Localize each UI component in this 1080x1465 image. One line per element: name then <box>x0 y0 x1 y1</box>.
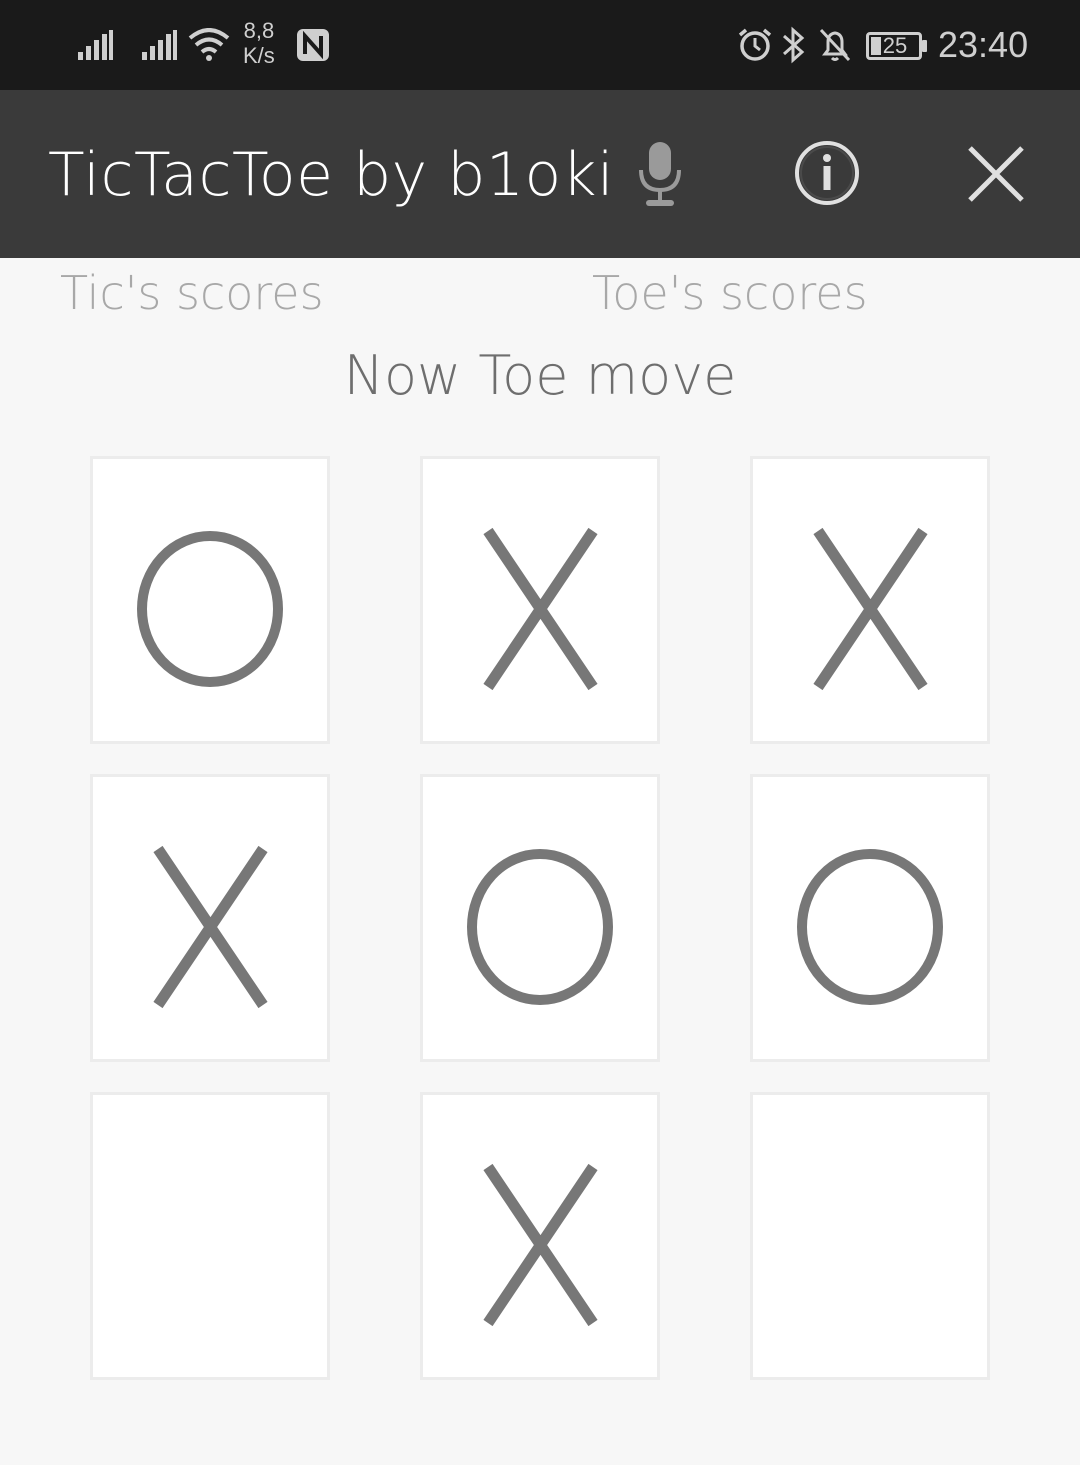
o-mark <box>467 849 613 1005</box>
board-cell[interactable] <box>750 456 990 744</box>
x-mark <box>813 527 928 691</box>
clock: 23:40 <box>938 24 1029 65</box>
board-cell[interactable] <box>90 774 330 1062</box>
x-mark <box>483 1163 598 1327</box>
network-speed-unit: K/s <box>243 43 275 68</box>
signal-icon <box>78 30 113 60</box>
voice-button[interactable] <box>636 140 684 208</box>
app-bar: TicTacToe by b1oki <box>0 90 1080 258</box>
board-cell[interactable] <box>750 774 990 1062</box>
app-title: TicTacToe by b1oki <box>48 140 615 210</box>
mic-icon <box>639 142 681 206</box>
board-cell[interactable] <box>420 1092 660 1380</box>
x-mark <box>483 527 598 691</box>
board-cell[interactable] <box>750 1092 990 1380</box>
close-button[interactable] <box>966 144 1026 204</box>
battery-icon: 25 <box>866 32 928 60</box>
nfc-icon <box>297 29 329 61</box>
board-cell[interactable] <box>90 1092 330 1380</box>
tic-scores-label: Tic's scores <box>60 266 324 320</box>
toe-scores-label: Toe's scores <box>592 266 868 320</box>
board-cell[interactable] <box>90 456 330 744</box>
network-speed-value: 8,8 <box>243 18 275 43</box>
o-mark <box>797 849 943 1005</box>
battery-level: 25 <box>882 33 908 58</box>
wifi-icon <box>188 28 230 61</box>
info-icon <box>795 141 859 205</box>
network-speed: 8,8 K/s <box>243 18 275 68</box>
alarm-icon <box>738 28 772 61</box>
info-button[interactable] <box>794 140 860 206</box>
board-cell[interactable] <box>420 774 660 1062</box>
bluetooth-icon <box>783 26 805 64</box>
o-mark <box>137 531 283 687</box>
close-icon <box>968 146 1024 202</box>
x-mark <box>153 845 268 1009</box>
signal-icon <box>142 30 177 60</box>
bell-off-icon <box>819 28 851 62</box>
turn-indicator: Now Toe move <box>343 344 737 407</box>
status-bar: 8,8 K/s 25 23:40 <box>0 0 1080 90</box>
board-cell[interactable] <box>420 456 660 744</box>
